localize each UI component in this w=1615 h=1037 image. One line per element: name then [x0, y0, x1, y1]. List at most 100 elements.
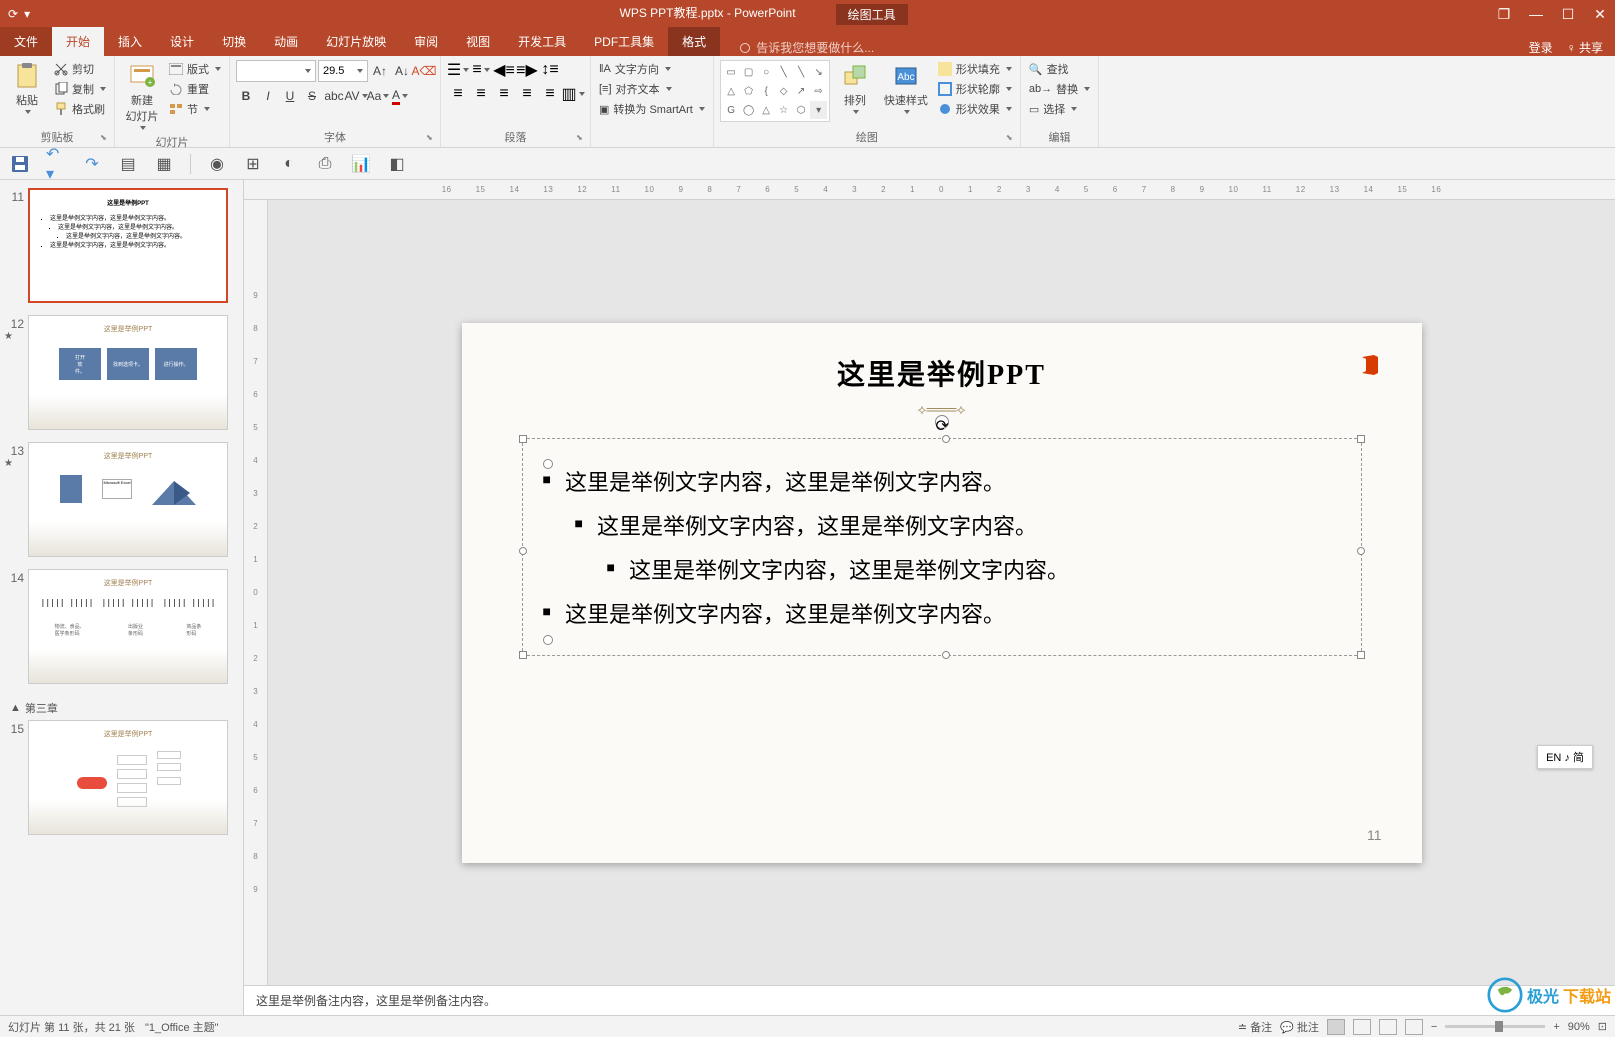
cut-button[interactable]: 剪切 — [52, 60, 108, 78]
decrease-font-button[interactable]: A↓ — [392, 61, 412, 81]
ribbon-options-icon[interactable]: ❐ — [1497, 7, 1511, 21]
strike-button[interactable]: S — [302, 86, 322, 106]
copy-button[interactable]: 复制 — [52, 80, 108, 98]
find-button[interactable]: 🔍 查找 — [1027, 60, 1092, 78]
font-name-combo[interactable] — [236, 60, 316, 82]
close-button[interactable]: ✕ — [1593, 7, 1607, 21]
normal-view-button[interactable] — [1327, 1019, 1345, 1035]
qat-icon-6[interactable]: ⎙ — [315, 154, 335, 174]
decrease-indent-button[interactable]: ◀≡ — [493, 60, 515, 80]
increase-font-button[interactable]: A↑ — [370, 61, 390, 81]
resize-handle-sw[interactable] — [519, 651, 527, 659]
font-size-combo[interactable]: 29.5 — [318, 60, 368, 82]
qat-icon-4[interactable]: ⊞ — [243, 154, 263, 174]
bold-button[interactable]: B — [236, 86, 256, 106]
slide-thumbnails-panel[interactable]: 11 这里是举例PPT 这里是举例文字内容，这里是举例文字内容。 这里是举例文字… — [0, 180, 244, 1015]
thumbnail-14[interactable]: 14 这里是举例PPT ||||| ||||| ||||| ||||| ||||… — [4, 569, 239, 684]
resize-handle-s[interactable] — [942, 651, 950, 659]
drawing-dialog-launcher[interactable]: ⬊ — [1006, 133, 1018, 145]
increase-indent-button[interactable]: ≡▶ — [516, 60, 538, 80]
section-button[interactable]: 节 — [167, 100, 223, 118]
qat-icon-8[interactable]: ◧ — [387, 154, 407, 174]
maximize-button[interactable]: ☐ — [1561, 7, 1575, 21]
tab-format[interactable]: 格式 — [668, 27, 720, 56]
section-header[interactable]: ▲ 第三章 — [4, 696, 239, 720]
zoom-out-button[interactable]: − — [1431, 1021, 1437, 1033]
new-slide-button[interactable]: + 新建 幻灯片 — [121, 60, 163, 132]
tab-pdf[interactable]: PDF工具集 — [580, 27, 668, 56]
char-spacing-button[interactable]: AV — [346, 86, 366, 106]
tab-developer[interactable]: 开发工具 — [504, 27, 580, 56]
align-right-button[interactable]: ≡ — [493, 84, 515, 104]
columns-button[interactable]: ▥ — [562, 84, 584, 104]
undo-icon[interactable]: ↶ ▾ — [46, 154, 66, 174]
align-left-button[interactable]: ≡ — [447, 84, 469, 104]
bullet-list[interactable]: 这里是举例文字内容，这里是举例文字内容。 这里是举例文字内容，这里是举例文字内容… — [543, 459, 1341, 635]
resize-handle-w[interactable] — [519, 547, 527, 555]
resize-handle-se[interactable] — [1357, 651, 1365, 659]
save-icon[interactable] — [10, 154, 30, 174]
thumbnail-11[interactable]: 11 这里是举例PPT 这里是举例文字内容，这里是举例文字内容。 这里是举例文字… — [4, 188, 239, 303]
numbering-button[interactable]: ≡ — [470, 60, 492, 80]
share-button[interactable]: ♀ 共享 — [1567, 39, 1603, 56]
qat-icon-5[interactable]: ◐ — [279, 154, 299, 174]
paste-button[interactable]: 粘贴 — [6, 60, 48, 116]
arrange-button[interactable]: 排列 — [834, 60, 876, 116]
comments-toggle[interactable]: 💬 批注 — [1280, 1019, 1319, 1035]
resize-handle-e[interactable] — [1357, 547, 1365, 555]
layout-button[interactable]: 版式 — [167, 60, 223, 78]
redo-icon[interactable]: ↷ — [82, 154, 102, 174]
replace-button[interactable]: ab→ 替换 — [1027, 80, 1092, 98]
font-color-button[interactable]: A — [390, 86, 410, 106]
paragraph-dialog-launcher[interactable]: ⬊ — [576, 133, 588, 145]
quick-styles-button[interactable]: Abc 快速样式 — [880, 60, 932, 116]
shape-fill-button[interactable]: 形状填充 — [936, 60, 1014, 78]
bullet-item[interactable]: 这里是举例文字内容，这里是举例文字内容。 — [543, 503, 1341, 547]
convert-smartart-button[interactable]: ▣ 转换为 SmartArt — [597, 100, 707, 118]
tab-home[interactable]: 开始 — [52, 27, 104, 56]
zoom-in-button[interactable]: + — [1553, 1021, 1559, 1033]
bullets-button[interactable]: ☰ — [447, 60, 469, 80]
resize-handle-nw[interactable] — [519, 435, 527, 443]
bullet-item[interactable]: 这里是举例文字内容，这里是举例文字内容。 — [543, 459, 1341, 503]
tell-me-search[interactable]: 告诉我您想要做什么... — [720, 39, 1528, 56]
shadow-button[interactable]: abc — [324, 86, 344, 106]
align-text-button[interactable]: [≡] 对齐文本 — [597, 80, 707, 98]
change-case-button[interactable]: Aa — [368, 86, 388, 106]
qat-icon-3[interactable]: ◉ — [207, 154, 227, 174]
clear-formatting-button[interactable]: A⌫ — [414, 61, 434, 81]
thumbnail-12[interactable]: 12★ 这里是举例PPT 打开软件。 找到选项卡。 进行操作。 — [4, 315, 239, 430]
underline-button[interactable]: U — [280, 86, 300, 106]
shapes-gallery[interactable]: ▭▢○╲╲↘ △⬠{◇↗⇨ G◯△☆⬡▾ — [720, 60, 830, 122]
notes-toggle[interactable]: ≐ 备注 — [1238, 1019, 1272, 1035]
tab-slideshow[interactable]: 幻灯片放映 — [312, 27, 400, 56]
tab-view[interactable]: 视图 — [452, 27, 504, 56]
font-dialog-launcher[interactable]: ⬊ — [426, 133, 438, 145]
justify-button[interactable]: ≡ — [516, 84, 538, 104]
text-direction-button[interactable]: ‖A 文字方向 — [597, 60, 707, 78]
qat-icon-1[interactable]: ▤ — [118, 154, 138, 174]
shape-effects-button[interactable]: 形状效果 — [936, 100, 1014, 118]
line-spacing-button[interactable]: ↕≡ — [539, 60, 561, 80]
resize-handle-ne[interactable] — [1357, 435, 1365, 443]
distributed-button[interactable]: ≡ — [539, 84, 561, 104]
tab-design[interactable]: 设计 — [156, 27, 208, 56]
select-button[interactable]: ▭ 选择 — [1027, 100, 1092, 118]
content-textbox[interactable]: ⟳ 这里是举例文字内容，这里是举例文字内容。 这里是举例文字内容，这里是举例文字… — [522, 438, 1362, 656]
clipboard-dialog-launcher[interactable]: ⬊ — [100, 133, 112, 145]
thumbnail-15[interactable]: 15 这里是举例PPT — [4, 720, 239, 835]
qat-icon-7[interactable]: 📊 — [351, 154, 371, 174]
tab-insert[interactable]: 插入 — [104, 27, 156, 56]
notes-pane[interactable]: 这里是举例备注内容，这里是举例备注内容。 — [244, 985, 1615, 1015]
fit-to-window-button[interactable]: ⊡ — [1598, 1020, 1607, 1033]
reading-view-button[interactable] — [1379, 1019, 1397, 1035]
bullet-item[interactable]: 这里是举例文字内容，这里是举例文字内容。 — [543, 547, 1341, 591]
tab-file[interactable]: 文件 — [0, 27, 52, 56]
bullet-item[interactable]: 这里是举例文字内容，这里是举例文字内容。 — [543, 591, 1341, 635]
zoom-level[interactable]: 90% — [1568, 1021, 1590, 1033]
login-button[interactable]: 登录 — [1529, 39, 1553, 56]
rotate-handle[interactable]: ⟳ — [935, 415, 949, 429]
shape-outline-button[interactable]: 形状轮廓 — [936, 80, 1014, 98]
slide-canvas[interactable]: 这里是举例PPT ⟡═══⟡ ⟳ 这里是举例文字内 — [268, 200, 1615, 985]
minimize-button[interactable]: — — [1529, 7, 1543, 21]
